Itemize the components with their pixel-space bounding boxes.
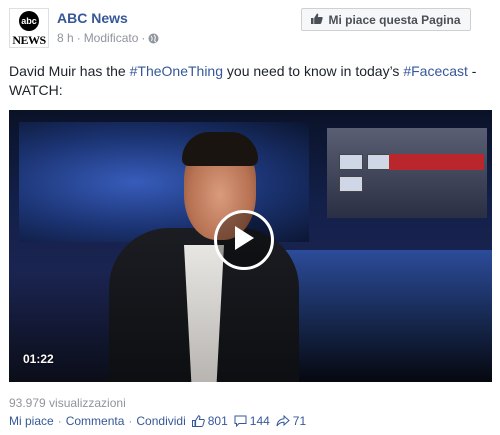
- video-background-screens: [327, 128, 487, 218]
- hashtag-theonething[interactable]: #TheOneThing: [130, 63, 223, 79]
- like-page-button[interactable]: Mi piace questa Pagina: [301, 8, 471, 31]
- comments-count: 144: [249, 414, 270, 428]
- comment-bubble-icon: [234, 415, 247, 427]
- post-time[interactable]: 8 h: [57, 31, 74, 45]
- action-separator: ·: [128, 414, 133, 428]
- play-button[interactable]: [214, 210, 274, 270]
- hashtag-facecast[interactable]: #Facecast: [403, 63, 468, 79]
- comments-stat[interactable]: 144: [234, 414, 270, 428]
- comment-action[interactable]: Commenta: [66, 414, 125, 428]
- share-action[interactable]: Condividi: [136, 414, 185, 428]
- abc-logo-news-word: NEWS: [12, 33, 46, 47]
- shares-count: 71: [292, 414, 307, 428]
- page-avatar[interactable]: abc NEWS: [9, 8, 49, 48]
- share-arrow-icon: [276, 415, 290, 427]
- post-text-part: David Muir has the: [9, 63, 130, 79]
- video-background-red-panel: [389, 154, 484, 170]
- video-duration: 01:22: [23, 352, 54, 366]
- globe-icon[interactable]: [148, 33, 159, 44]
- video-player[interactable]: 01:22: [9, 110, 492, 382]
- likes-count: 801: [207, 414, 228, 428]
- like-action[interactable]: Mi piace: [9, 414, 54, 428]
- post-meta: 8 h · Modificato ·: [57, 31, 159, 45]
- thumbs-up-icon: [311, 13, 324, 27]
- abc-logo-circle: abc: [19, 11, 39, 31]
- meta-separator: ·: [141, 31, 146, 45]
- likes-stat[interactable]: 801: [191, 414, 228, 428]
- meta-separator: ·: [76, 31, 81, 45]
- post-text-part: you need to know in today’s: [223, 63, 404, 79]
- post-text: David Muir has the #TheOneThing you need…: [9, 62, 494, 100]
- page-name-link[interactable]: ABC News: [57, 10, 128, 26]
- thumbs-up-icon: [191, 415, 205, 427]
- shares-stat[interactable]: 71: [276, 414, 306, 428]
- video-anchor-hair: [182, 132, 258, 166]
- play-icon: [233, 225, 255, 256]
- action-separator: ·: [57, 414, 62, 428]
- like-page-label: Mi piace questa Pagina: [328, 12, 461, 27]
- view-count: 93.979 visualizzazioni: [9, 396, 126, 410]
- edited-label[interactable]: Modificato: [84, 31, 139, 45]
- post-actions: Mi piace · Commenta · Condividi 801 144 …: [9, 414, 306, 428]
